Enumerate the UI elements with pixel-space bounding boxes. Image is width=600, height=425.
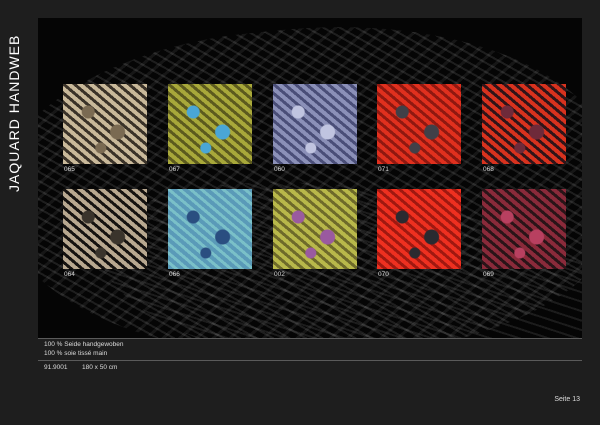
scarf-photo [377,84,461,164]
scarf-photo [168,84,252,164]
page-number: Seite 13 [554,396,580,403]
product-code: 060 [274,166,285,173]
product-tile: 071 [377,84,461,173]
product-size: 180 x 50 cm [82,364,118,371]
scarf-photo [273,84,357,164]
product-tile: 002 [273,189,357,278]
product-tile: 060 [273,84,357,173]
material-german: 100 % Seide handgewoben [44,341,124,348]
product-code: 065 [64,166,75,173]
product-code: 064 [64,271,75,278]
material-french: 100 % soie tissé main [44,350,108,357]
product-tile: 065 [63,84,147,173]
scarf-photo [377,189,461,269]
scarf-photo [482,84,566,164]
product-tile: 069 [482,189,566,278]
catalog-panel [38,18,582,338]
scarf-photo [482,189,566,269]
scarf-photo [273,189,357,269]
scarf-photo [168,189,252,269]
product-tile: 067 [168,84,252,173]
product-tile: 066 [168,189,252,278]
product-code: 068 [483,166,494,173]
divider-line [38,360,582,361]
product-code: 071 [378,166,389,173]
scarf-photo [63,189,147,269]
product-code: 069 [483,271,494,278]
product-code: 067 [169,166,180,173]
product-tile: 070 [377,189,461,278]
scarf-photo [63,84,147,164]
divider-line [38,338,582,339]
product-code: 066 [169,271,180,278]
product-tile: 068 [482,84,566,173]
product-code: 002 [274,271,285,278]
catalog-title: JAQUARD HANDWEB [6,34,22,192]
article-number: 91.9001 [44,364,68,371]
product-tile: 064 [63,189,147,278]
product-code: 070 [378,271,389,278]
